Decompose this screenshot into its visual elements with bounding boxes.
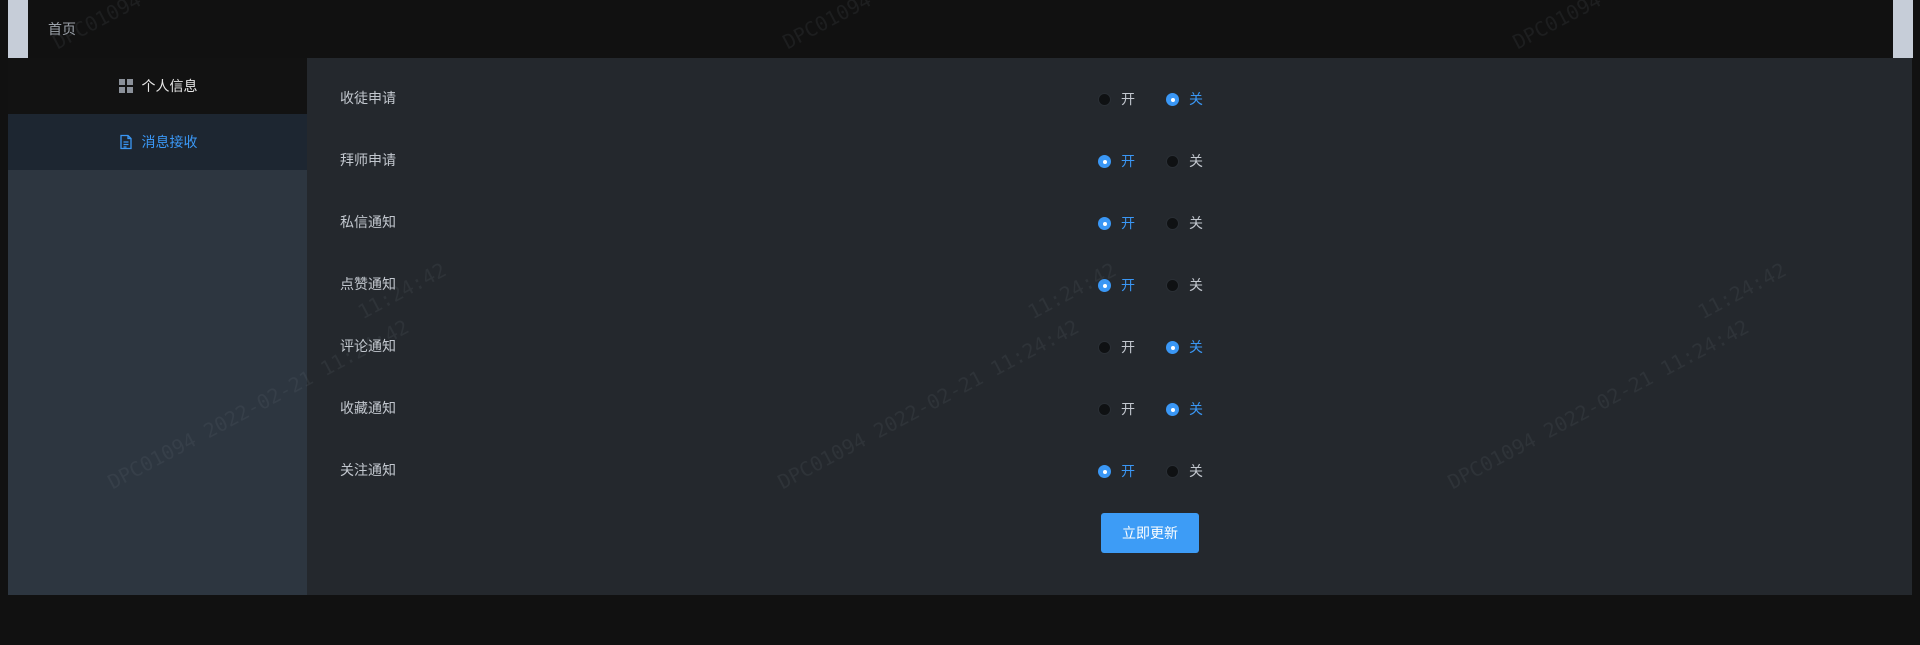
document-icon	[118, 134, 134, 150]
radio-dot[interactable]	[1098, 402, 1111, 416]
radio-label: 开	[1121, 154, 1135, 170]
radio-off[interactable]: 关	[1166, 192, 1203, 254]
setting-row: 拜师申请 开 关	[307, 130, 1912, 192]
radio-on[interactable]: 开	[1098, 192, 1135, 254]
radio-dot[interactable]	[1098, 464, 1111, 478]
setting-row: 点赞通知 开 关	[307, 254, 1912, 316]
radio-off[interactable]: 关	[1166, 130, 1203, 192]
radio-label: 关	[1189, 154, 1203, 170]
setting-label: 私信通知	[340, 215, 396, 231]
radio-dot[interactable]	[1166, 216, 1179, 230]
setting-label: 拜师申请	[340, 153, 396, 169]
setting-label: 关注通知	[340, 463, 396, 479]
radio-label: 开	[1121, 216, 1135, 232]
radio-on[interactable]: 开	[1098, 316, 1135, 378]
watermark-text: DPC01094 2022-02-21 11:24:42	[1509, 0, 1818, 54]
sidebar-item-label: 个人信息	[141, 79, 198, 95]
radio-label: 关	[1189, 216, 1203, 232]
radio-dot[interactable]	[1166, 464, 1179, 478]
header-left-strip	[8, 0, 28, 58]
radio-on[interactable]: 开	[1098, 130, 1135, 192]
watermark-text: DPC01094 2022-02-21 11:24:42	[49, 0, 358, 54]
radio-dot[interactable]	[1098, 340, 1111, 354]
settings-panel: 收徒申请开关拜师申请开关私信通知开关点赞通知开关评论通知开关收藏通知开关关注通知…	[307, 58, 1912, 595]
grid-icon	[118, 78, 134, 94]
sidebar-item-label: 消息接收	[141, 135, 198, 151]
setting-row: 关注通知 开 关	[307, 440, 1912, 502]
radio-label: 关	[1189, 464, 1203, 480]
header-right-strip	[1893, 0, 1913, 58]
radio-on[interactable]: 开	[1098, 378, 1135, 440]
radio-dot[interactable]	[1166, 340, 1179, 354]
radio-label: 关	[1189, 92, 1203, 108]
setting-row: 收藏通知 开 关	[307, 378, 1912, 440]
setting-row: 私信通知 开 关	[307, 192, 1912, 254]
radio-on[interactable]: 开	[1098, 254, 1135, 316]
radio-dot[interactable]	[1166, 278, 1179, 292]
setting-row: 收徒申请 开 关	[307, 68, 1912, 130]
radio-label: 开	[1121, 92, 1135, 108]
sidebar-item-message-receive[interactable]: 消息接收	[8, 114, 307, 170]
radio-on[interactable]: 开	[1098, 440, 1135, 502]
radio-off[interactable]: 关	[1166, 440, 1203, 502]
radio-dot[interactable]	[1098, 92, 1111, 106]
radio-dot[interactable]	[1098, 278, 1111, 292]
radio-dot[interactable]	[1166, 154, 1179, 168]
setting-label: 点赞通知	[340, 277, 396, 293]
radio-label: 关	[1189, 340, 1203, 356]
radio-on[interactable]: 开	[1098, 68, 1135, 130]
radio-dot[interactable]	[1166, 92, 1179, 106]
setting-label: 收徒申请	[340, 91, 396, 107]
radio-off[interactable]: 关	[1166, 254, 1203, 316]
radio-label: 开	[1121, 464, 1135, 480]
breadcrumb-home[interactable]: 首页	[48, 19, 76, 39]
radio-label: 开	[1121, 402, 1135, 418]
radio-label: 开	[1121, 278, 1135, 294]
radio-off[interactable]: 关	[1166, 378, 1203, 440]
radio-dot[interactable]	[1166, 402, 1179, 416]
radio-label: 开	[1121, 340, 1135, 356]
update-now-button[interactable]: 立即更新	[1101, 513, 1199, 553]
radio-label: 关	[1189, 278, 1203, 294]
sidebar-item-personal-info[interactable]: 个人信息	[8, 58, 307, 114]
setting-label: 收藏通知	[340, 401, 396, 417]
radio-label: 关	[1189, 402, 1203, 418]
radio-dot[interactable]	[1098, 216, 1111, 230]
radio-off[interactable]: 关	[1166, 316, 1203, 378]
radio-off[interactable]: 关	[1166, 68, 1203, 130]
setting-row: 评论通知 开 关	[307, 316, 1912, 378]
radio-dot[interactable]	[1098, 154, 1111, 168]
setting-label: 评论通知	[340, 339, 396, 355]
watermark-text: DPC01094 2022-02-21 11:24:42	[779, 0, 1088, 54]
sidebar: 个人信息 消息接收	[8, 58, 307, 595]
